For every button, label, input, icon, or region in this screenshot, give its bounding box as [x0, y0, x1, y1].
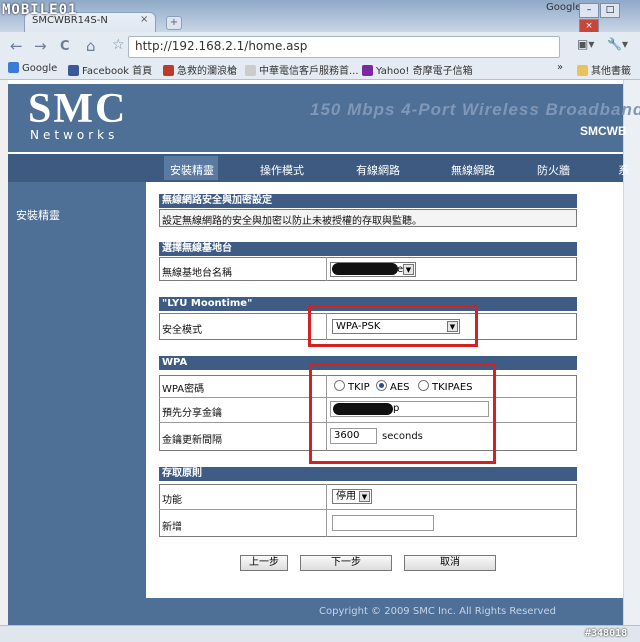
bookmark-google[interactable]: Google — [8, 62, 57, 74]
row-divider — [326, 257, 327, 281]
google-icon — [8, 62, 19, 73]
main-nav — [8, 154, 623, 182]
bookmarks-more-icon[interactable]: » — [557, 62, 563, 73]
highlight-box — [309, 363, 496, 464]
chevron-down-icon: ▼ — [403, 264, 414, 275]
smc-logo-subtitle: Networks — [30, 128, 119, 142]
back-icon[interactable]: ← — [10, 37, 23, 55]
bookmark-3[interactable]: 急救的瀾浪槍 — [163, 62, 237, 77]
home-icon[interactable]: ⌂ — [86, 37, 96, 55]
next-button[interactable]: 下一步 — [300, 555, 392, 571]
cancel-button[interactable]: 取消 — [404, 555, 496, 571]
smc-logo: SMC — [28, 86, 128, 132]
bookmark-facebook[interactable]: Facebook 首頁 — [68, 62, 152, 77]
folder-icon — [577, 65, 588, 76]
bookmark-4[interactable]: 中華電信客戶服務首... — [245, 62, 359, 77]
nav-operation-mode[interactable]: 操作模式 — [260, 162, 304, 178]
access-policy-title: 存取原則 — [159, 467, 577, 481]
nav-system[interactable]: 系 — [618, 162, 629, 178]
forward-icon[interactable]: → — [34, 37, 47, 55]
nav-setup-wizard[interactable]: 安裝精靈 — [170, 162, 214, 178]
nav-firewall[interactable]: 防火牆 — [537, 162, 570, 178]
nav-wireless[interactable]: 無線網路 — [451, 162, 495, 178]
window-controls: – □× — [578, 2, 640, 34]
maximize-button[interactable]: □ — [600, 3, 620, 18]
nav-lan[interactable]: 有線網路 — [356, 162, 400, 178]
highlight-box — [308, 305, 478, 347]
window-user-label: Google — [546, 2, 582, 13]
add-input[interactable] — [332, 515, 434, 531]
function-label: 功能 — [162, 495, 182, 506]
yahoo-icon — [362, 65, 373, 76]
select-ap-title: 選擇無線基地台 — [159, 242, 577, 256]
page-icon — [245, 65, 256, 76]
sidebar-item-setup-wizard[interactable]: 安裝精靈 — [16, 207, 60, 223]
other-bookmarks[interactable]: 其他書籤 — [577, 62, 631, 77]
wpa-cipher-label: WPA密碼 — [162, 384, 205, 395]
page-icon — [163, 65, 174, 76]
security-section-title: 無線網路安全與加密設定 — [159, 194, 577, 208]
psk-label: 預先分享金鑰 — [162, 408, 222, 419]
photo-id-watermark: #348018 — [585, 628, 628, 639]
status-bar — [0, 625, 640, 642]
tab-close-icon[interactable]: × — [140, 14, 148, 25]
rekey-interval-label: 金鑰更新間隔 — [162, 435, 222, 446]
new-tab-button[interactable]: + — [166, 16, 182, 30]
tab-title[interactable]: SMCWBR14S-N — [32, 15, 108, 26]
add-label: 新增 — [162, 522, 182, 533]
bookmark-yahoo[interactable]: Yahoo! 奇摩電子信箱 — [362, 62, 473, 77]
chevron-down-icon: ▼ — [359, 491, 370, 502]
row-divider — [326, 484, 327, 537]
function-select[interactable]: 停用 ▼ — [332, 489, 372, 504]
tools-menu-icon[interactable]: 🔧▾ — [607, 37, 628, 51]
security-description: 設定無線網路的安全與加密以防止未被授權的存取與監聽。 — [162, 216, 422, 227]
page-menu-icon[interactable]: ▣▾ — [577, 37, 594, 51]
copyright: Copyright © 2009 SMC Inc. All Rights Res… — [319, 606, 556, 617]
prev-button[interactable]: 上一步 — [240, 555, 288, 571]
ap-name-label: 無線基地台名稱 — [162, 268, 232, 279]
product-name: 150 Mbps 4-Port Wireless Broadband R — [310, 100, 640, 119]
minimize-button[interactable]: – — [579, 3, 599, 18]
row-divider — [159, 509, 577, 510]
address-url[interactable]: http://192.168.2.1/home.asp — [135, 39, 307, 53]
redacted-ssid — [332, 263, 398, 275]
facebook-icon — [68, 65, 79, 76]
reload-icon[interactable]: C — [60, 39, 70, 54]
model-name: SMCWB — [580, 124, 627, 138]
security-mode-label: 安全模式 — [162, 325, 202, 336]
bookmark-star-icon[interactable]: ☆ — [112, 37, 125, 53]
sidebar — [8, 182, 146, 625]
